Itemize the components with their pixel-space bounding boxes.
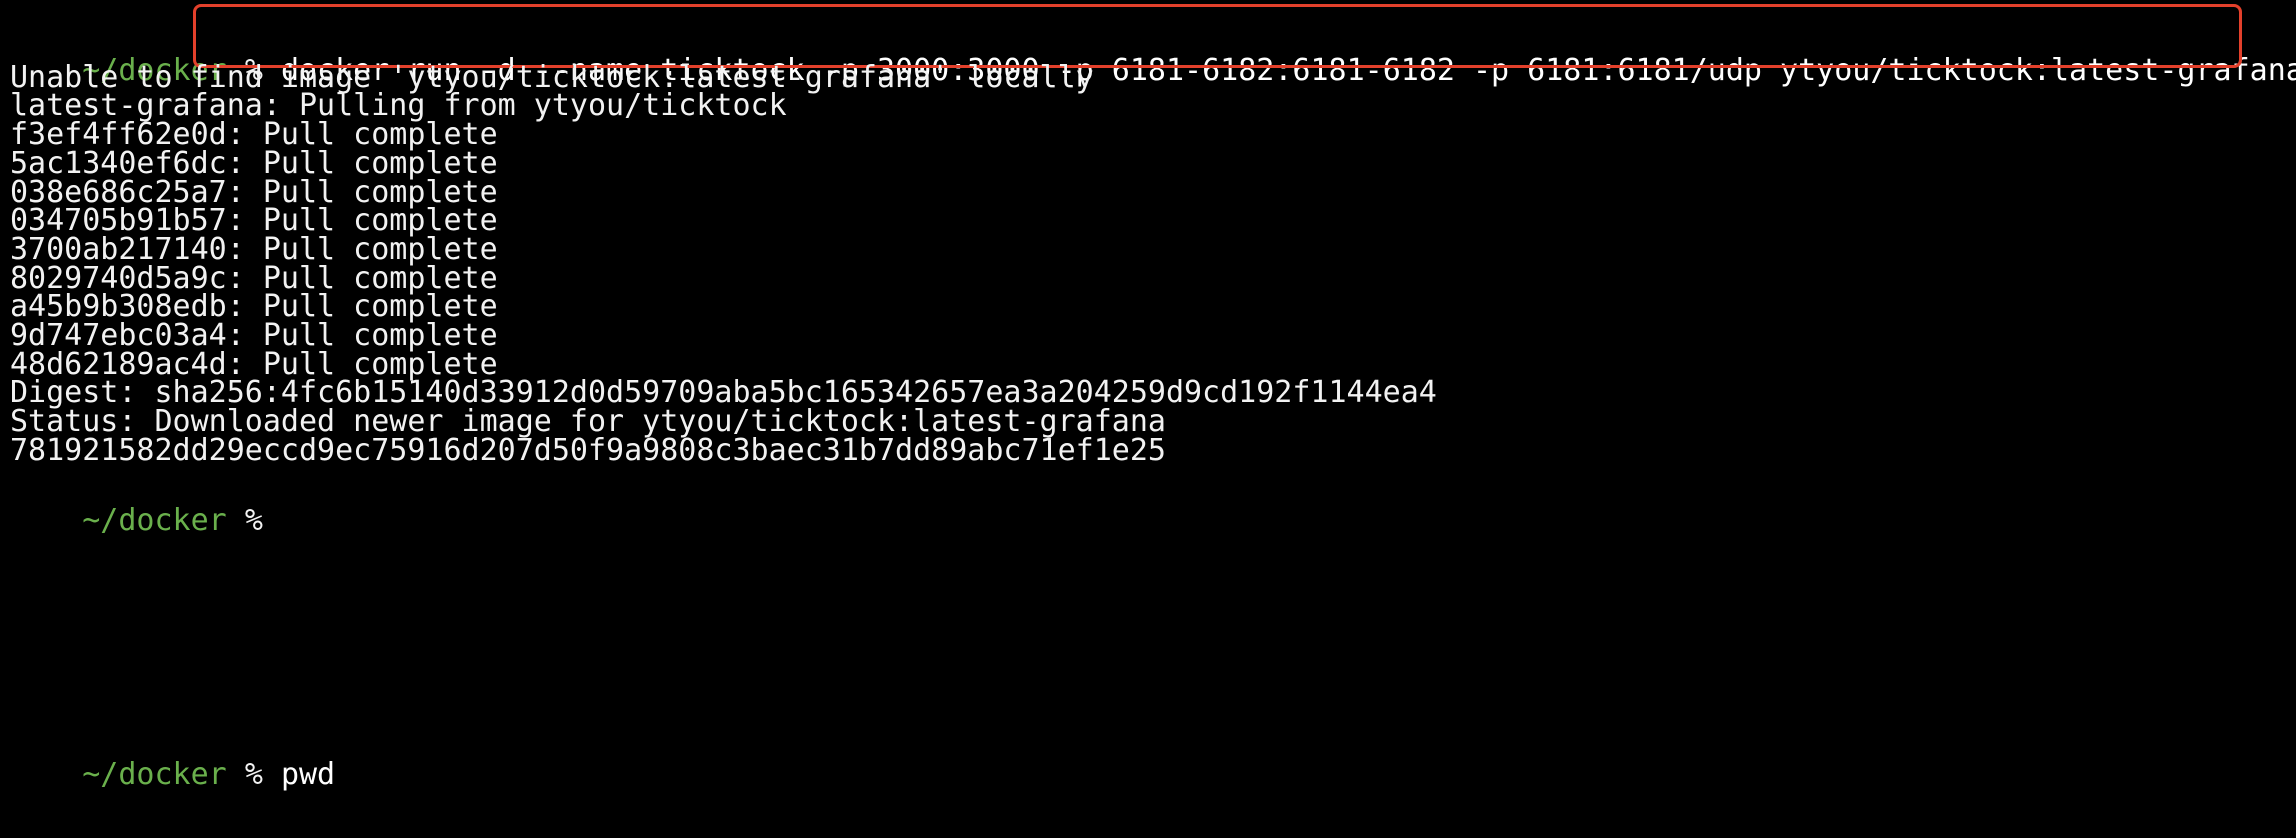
prompt-symbol: %: [244, 757, 263, 792]
terminal-window[interactable]: ~/docker % docker run -d --name ticktock…: [0, 0, 2296, 792]
prompt-path: ~/docker: [82, 757, 227, 792]
prompt-symbol: %: [244, 503, 263, 538]
next-prompt-line[interactable]: ~/docker % pwd: [10, 712, 335, 792]
next-command: pwd: [280, 757, 336, 792]
prompt-line[interactable]: ~/docker %: [10, 458, 263, 538]
prompt-path: ~/docker: [82, 503, 227, 538]
